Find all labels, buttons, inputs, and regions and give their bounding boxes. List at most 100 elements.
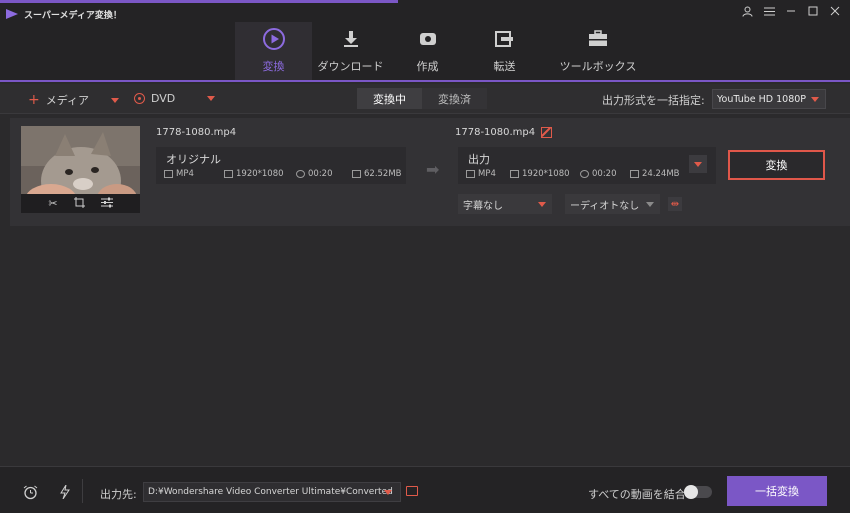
chevron-down-icon — [646, 201, 654, 207]
bottom-bar: 出力先: D:¥Wondershare Video Converter Ulti… — [0, 466, 850, 513]
app-logo-icon — [6, 9, 18, 19]
resolution-value: 1920*1080 — [236, 169, 284, 179]
size-value: 62.52MB — [364, 169, 402, 179]
crop-icon[interactable] — [73, 196, 85, 211]
chevron-down-icon — [384, 489, 392, 495]
minimize-icon[interactable] — [784, 4, 798, 18]
tab-converted[interactable]: 変換済 — [422, 88, 487, 109]
divider — [82, 479, 83, 503]
duration-value: 00:20 — [308, 169, 333, 179]
subtitle-value: 字幕なし — [463, 200, 503, 212]
chevron-down-icon — [538, 201, 546, 207]
nav-underline — [0, 80, 850, 82]
audio-value: ーディオトなし — [570, 200, 640, 212]
merge-all-label: すべての動画を結合 — [588, 488, 686, 501]
tab-converting[interactable]: 変換中 — [357, 88, 422, 109]
convert-button[interactable]: 変換 — [728, 150, 825, 180]
tab-download[interactable]: ダウンロード — [312, 22, 389, 82]
film-icon — [164, 170, 173, 178]
main-nav: 変換 ダウンロード 作成 転送 ツールボックス — [235, 22, 653, 82]
edit-icon[interactable] — [541, 127, 553, 138]
format-value: MP4 — [176, 169, 194, 179]
destination-path-select[interactable]: D:¥Wondershare Video Converter Ultimate¥… — [143, 482, 401, 502]
convert-icon — [261, 26, 287, 52]
tab-burn[interactable]: 作成 — [389, 22, 466, 82]
source-title: オリジナル — [166, 153, 221, 166]
output-title: 出力 — [468, 153, 490, 166]
output-format: MP4 — [466, 169, 496, 179]
source-format: MP4 — [164, 169, 194, 179]
chevron-down-icon — [811, 96, 819, 102]
tab-label: 作成 — [416, 60, 439, 73]
film-icon — [466, 170, 475, 178]
thumbnail-toolbar: ✂ — [21, 194, 140, 213]
chevron-down-icon[interactable] — [110, 97, 119, 103]
add-media-button[interactable]: + メディア — [28, 92, 119, 108]
output-format-label: 出力形式を一括指定: — [602, 94, 705, 107]
output-info: 出力 MP4 1920*1080 00:20 24.24MB — [458, 147, 716, 184]
folder-icon — [352, 170, 361, 178]
size-value: 24.24MB — [642, 169, 680, 179]
output-duration: 00:20 — [580, 169, 617, 179]
disc-icon — [134, 93, 145, 104]
subtitle-select[interactable]: 字幕なし — [458, 194, 552, 214]
account-icon[interactable] — [740, 4, 754, 18]
toolbox-icon — [585, 26, 611, 52]
close-icon[interactable] — [828, 4, 842, 18]
batch-convert-button[interactable]: 一括変換 — [727, 476, 827, 506]
plus-icon: + — [28, 92, 40, 108]
destination-label: 出力先: — [100, 488, 137, 501]
source-resolution: 1920*1080 — [224, 169, 284, 179]
trim-icon[interactable]: ✂ — [48, 197, 57, 210]
source-info: オリジナル MP4 1920*1080 00:20 62.52MB — [156, 147, 406, 184]
output-format-select[interactable]: YouTube HD 1080P — [712, 89, 826, 109]
tab-convert[interactable]: 変換 — [235, 22, 312, 82]
folder-icon — [630, 170, 639, 178]
merge-split-icon[interactable]: ⇹ — [668, 197, 682, 211]
source-duration: 00:20 — [296, 169, 333, 179]
download-icon — [338, 26, 364, 52]
clock-icon — [296, 170, 305, 178]
output-settings-button[interactable] — [689, 155, 707, 173]
status-tabs: 変換中 変換済 — [357, 88, 487, 109]
add-media-label: メディア — [45, 94, 89, 107]
app-title: スーパーメディア変換！ — [24, 11, 122, 21]
effects-icon[interactable] — [100, 197, 113, 211]
menu-icon[interactable] — [762, 4, 776, 18]
output-size: 24.24MB — [630, 169, 680, 179]
chevron-down-icon[interactable] — [207, 96, 216, 101]
format-value: MP4 — [478, 169, 496, 179]
add-dvd-button[interactable]: DVD — [134, 92, 216, 105]
lightning-icon[interactable] — [57, 484, 73, 500]
tab-label: ダウンロード — [317, 60, 384, 73]
progress-line — [0, 0, 398, 3]
resolution-icon — [224, 170, 233, 178]
output-format-value: YouTube HD 1080P — [717, 93, 807, 105]
tab-transfer[interactable]: 転送 — [466, 22, 543, 82]
merge-toggle[interactable] — [684, 485, 712, 499]
tab-toolbox[interactable]: ツールボックス — [543, 22, 653, 82]
output-filename-row: 1778-1080.mp4 — [455, 127, 553, 138]
clock-icon — [580, 170, 589, 178]
source-filename: 1778-1080.mp4 — [156, 127, 237, 138]
maximize-icon[interactable] — [806, 4, 820, 18]
tab-label: 転送 — [493, 60, 516, 73]
dvd-label: DVD — [151, 92, 176, 105]
video-item: ✂ 1778-1080.mp4 オリジナル MP4 1920*1080 00:2… — [10, 118, 850, 226]
output-filename: 1778-1080.mp4 — [455, 127, 536, 138]
tab-label: 変換 — [262, 60, 285, 73]
chevron-down-icon — [694, 161, 702, 167]
alarm-clock-icon[interactable] — [22, 484, 38, 500]
transfer-icon — [492, 26, 518, 52]
audio-select[interactable]: ーディオトなし — [565, 194, 660, 214]
tab-label: ツールボックス — [559, 60, 637, 73]
arrow-right-icon: ➡ — [426, 160, 440, 179]
source-size: 62.52MB — [352, 169, 402, 179]
destination-path-value: D:¥Wondershare Video Converter Ultimate¥… — [148, 487, 393, 497]
output-resolution: 1920*1080 — [510, 169, 570, 179]
window-controls — [740, 4, 842, 18]
resolution-icon — [510, 170, 519, 178]
folder-open-icon[interactable] — [406, 486, 418, 496]
title-bar: スーパーメディア変換！ 変換 ダウンロード 作成 転送 ツールボックス — [0, 0, 850, 82]
burn-icon — [415, 26, 441, 52]
